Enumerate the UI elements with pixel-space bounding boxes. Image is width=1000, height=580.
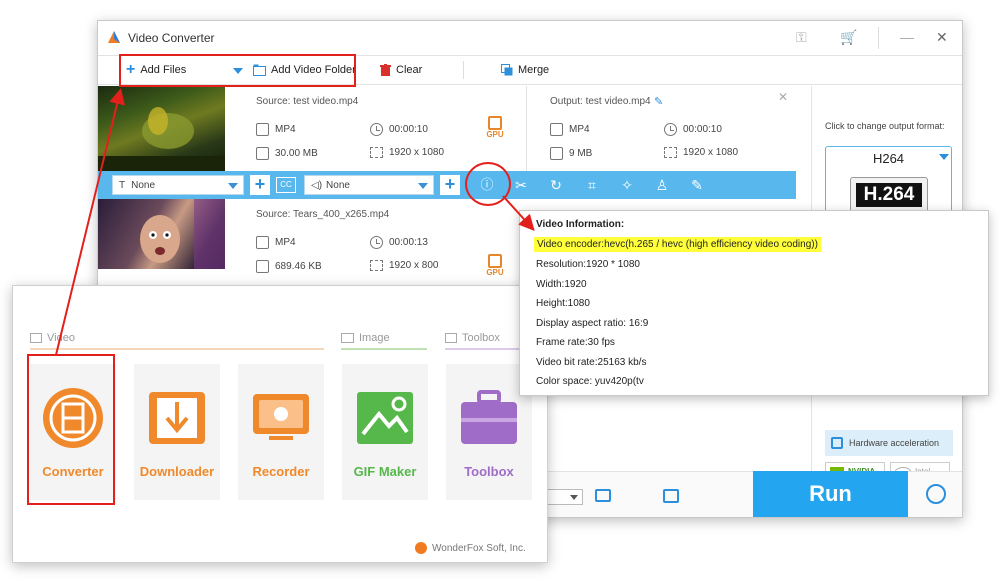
annotation-arrows bbox=[55, 88, 535, 356]
arrow-to-info-popup bbox=[502, 195, 535, 231]
arrow-to-add-files bbox=[55, 88, 125, 356]
